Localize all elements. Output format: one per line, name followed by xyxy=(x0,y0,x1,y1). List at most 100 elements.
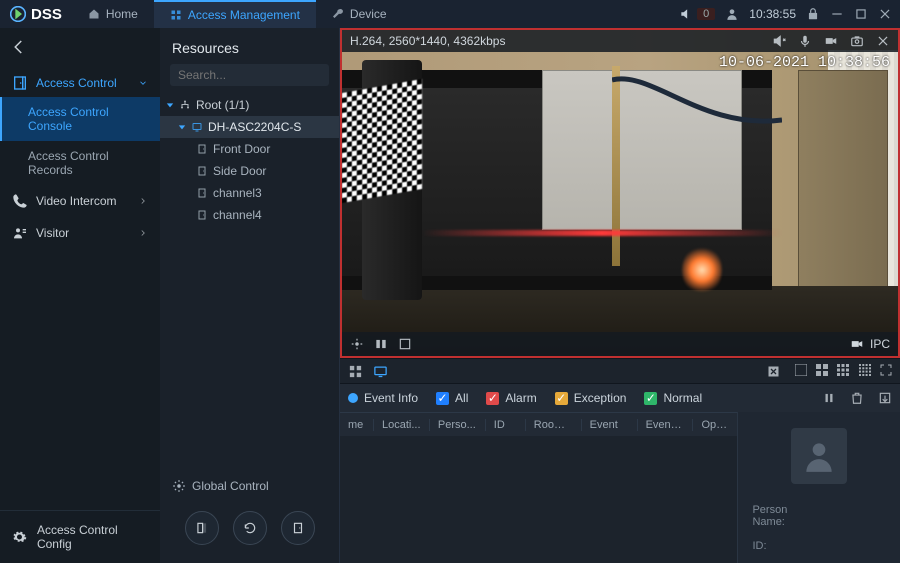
th[interactable]: Ope... xyxy=(693,419,737,431)
th[interactable]: Locati... xyxy=(374,419,430,431)
titlebar: DSS Home Access Management Device 0 10:3… xyxy=(0,0,900,28)
video-timestamp: 10-06-2021 10:38:56 xyxy=(719,54,890,71)
person-icon xyxy=(800,437,838,475)
th[interactable]: Perso... xyxy=(430,419,486,431)
door-icon xyxy=(12,75,28,91)
video-bottom-bar: IPC xyxy=(342,332,898,356)
triangle-down-icon xyxy=(178,123,186,131)
resource-tree: Root (1/1) DH-ASC2204C-S Front Door Side… xyxy=(160,94,339,226)
grid-9-icon[interactable] xyxy=(837,364,849,376)
trash-icon[interactable] xyxy=(850,391,864,405)
logo-icon xyxy=(10,6,26,22)
filter-normal[interactable]: ✓Normal xyxy=(644,391,702,405)
tree-channel[interactable]: channel3 xyxy=(160,182,339,204)
tab-access-management[interactable]: Access Management xyxy=(154,0,316,28)
lock-icon[interactable] xyxy=(806,7,820,21)
th[interactable]: Event xyxy=(582,419,638,431)
back-icon[interactable] xyxy=(10,38,28,56)
ipc-label: IPC xyxy=(870,337,890,351)
door-small-icon xyxy=(196,165,208,177)
door-control-buttons xyxy=(160,501,339,563)
wrench-icon xyxy=(332,8,344,20)
th[interactable]: Room No. xyxy=(526,419,582,431)
search-input[interactable] xyxy=(178,68,333,82)
door-small-icon xyxy=(196,143,208,155)
person-name-row: Person Name: xyxy=(738,498,900,534)
video-codec-info: H.264, 2560*1440, 4362kbps xyxy=(350,34,505,48)
close-icon[interactable] xyxy=(878,7,892,21)
door-small-icon xyxy=(196,187,208,199)
th[interactable]: Event ... xyxy=(638,419,694,431)
grid-4-icon[interactable] xyxy=(816,364,828,376)
close-all-icon[interactable] xyxy=(766,364,781,379)
record-icon[interactable] xyxy=(824,34,838,48)
maximize-icon[interactable] xyxy=(854,7,868,21)
tree-channel[interactable]: Front Door xyxy=(160,138,339,160)
search-input-wrap[interactable] xyxy=(170,64,329,86)
gear-icon xyxy=(12,529,27,545)
pause-icon[interactable] xyxy=(822,391,836,405)
resources-panel: Resources Root (1/1) DH-ASC2204C-S Front… xyxy=(160,28,340,563)
tree-channel[interactable]: channel4 xyxy=(160,204,339,226)
tree-channel[interactable]: Side Door xyxy=(160,160,339,182)
event-filter-row: Event Info ✓All ✓Alarm ✓Exception ✓Norma… xyxy=(340,384,900,412)
video-top-bar: H.264, 2560*1440, 4362kbps xyxy=(342,30,898,52)
triangle-down-icon xyxy=(166,101,174,109)
camera-small-icon xyxy=(850,337,864,351)
app-logo: DSS xyxy=(0,6,72,23)
filter-all[interactable]: ✓All xyxy=(436,391,468,405)
door-open-button[interactable] xyxy=(185,511,219,545)
nav-video-intercom[interactable]: Video Intercom xyxy=(0,185,160,217)
filter-alarm[interactable]: ✓Alarm xyxy=(486,391,536,405)
main-tabs: Home Access Management Device xyxy=(72,0,403,28)
resources-title: Resources xyxy=(160,28,339,64)
door-refresh-button[interactable] xyxy=(233,511,267,545)
door-close-button[interactable] xyxy=(281,511,315,545)
nav-access-control[interactable]: Access Control xyxy=(0,69,160,97)
left-nav: Access Control Access Control Console Ac… xyxy=(0,28,160,563)
global-control[interactable]: Global Control xyxy=(160,471,339,501)
chevron-down-icon xyxy=(138,78,148,88)
th[interactable]: ID xyxy=(486,419,526,431)
nav-console[interactable]: Access Control Console xyxy=(0,97,160,141)
snapshot-icon[interactable] xyxy=(850,34,864,48)
clock-text: 10:38:55 xyxy=(749,7,796,21)
grid-layout-icon[interactable] xyxy=(348,364,363,379)
grid-16-icon[interactable] xyxy=(859,364,871,376)
content-area: H.264, 2560*1440, 4362kbps 10-06-2021 10… xyxy=(340,28,900,563)
gear-icon xyxy=(172,479,186,493)
nav-records[interactable]: Access Control Records xyxy=(0,141,160,185)
event-table: me Locati... Perso... ID Room No. Event … xyxy=(340,412,737,563)
tree-device[interactable]: DH-ASC2204C-S xyxy=(160,116,339,138)
monitor-layout-icon[interactable] xyxy=(373,364,388,379)
fullscreen-toggle-icon[interactable] xyxy=(880,364,892,376)
mic-icon[interactable] xyxy=(798,34,812,48)
export-icon[interactable] xyxy=(878,391,892,405)
tab-device[interactable]: Device xyxy=(316,0,403,28)
alarm-count-badge: 0 xyxy=(697,8,715,20)
detail-panel: Person Name: ID: xyxy=(737,412,900,563)
nav-visitor[interactable]: Visitor xyxy=(0,217,160,249)
lower-panel: me Locati... Perso... ID Room No. Event … xyxy=(340,412,900,563)
door-small-icon xyxy=(196,209,208,221)
fullscreen-icon[interactable] xyxy=(398,337,412,351)
ptz-icon[interactable] xyxy=(350,337,364,351)
close-video-icon[interactable] xyxy=(876,34,890,48)
grid-1-icon[interactable] xyxy=(795,364,807,376)
nav-config[interactable]: Access Control Config xyxy=(0,510,160,563)
minimize-icon[interactable] xyxy=(830,7,844,21)
titlebar-right: 0 10:38:55 xyxy=(679,7,900,21)
user-icon[interactable] xyxy=(725,7,739,21)
mute-icon[interactable] xyxy=(772,34,786,48)
alarm-indicator[interactable]: 0 xyxy=(679,7,715,21)
grid-size-buttons xyxy=(789,364,892,379)
filter-exception[interactable]: ✓Exception xyxy=(555,391,627,405)
split-icon[interactable] xyxy=(374,337,388,351)
table-header: me Locati... Perso... ID Room No. Event … xyxy=(340,412,737,436)
tab-home[interactable]: Home xyxy=(72,0,154,28)
video-player[interactable]: H.264, 2560*1440, 4362kbps 10-06-2021 10… xyxy=(340,28,900,358)
th[interactable]: me xyxy=(340,419,374,431)
avatar-placeholder xyxy=(791,428,847,484)
chevron-right-icon xyxy=(138,196,148,206)
tree-root[interactable]: Root (1/1) xyxy=(160,94,339,116)
